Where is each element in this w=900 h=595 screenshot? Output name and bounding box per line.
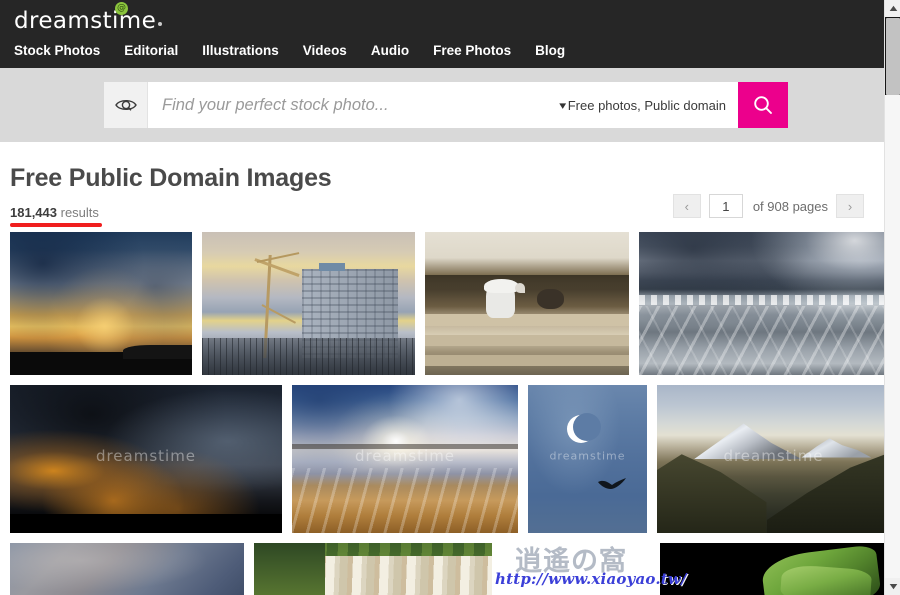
nav-item-stock-photos[interactable]: Stock Photos	[14, 39, 124, 62]
search-input[interactable]	[148, 82, 557, 128]
thumbnail-blue-grey-sky-gradient[interactable]	[10, 543, 244, 595]
pagination-next-button[interactable]: ›	[836, 194, 864, 218]
results-count-value: 181,443	[10, 205, 57, 220]
search-filter-label: Free photos, Public domain	[567, 97, 726, 113]
site-header: dreamstime @ Stock Photos Editorial Illu…	[0, 0, 884, 68]
page-title: Free Public Domain Images	[10, 164, 332, 192]
browser-page: dreamstime @ Stock Photos Editorial Illu…	[0, 0, 900, 595]
results-title-block: Free Public Domain Images 181,443 result…	[10, 164, 332, 227]
nav-item-editorial[interactable]: Editorial	[124, 39, 202, 62]
site-logo[interactable]: dreamstime @	[14, 0, 163, 34]
search-filter-dropdown[interactable]: ▾ Free photos, Public domain	[556, 82, 738, 128]
vertical-scrollbar[interactable]	[884, 0, 900, 595]
image-grid-row: dreamstime dreamstime dreamstime dreamst…	[10, 385, 884, 533]
thumbnail-harbour-crane-and-apartment-block[interactable]	[202, 232, 415, 375]
thumbnail-green-onions-leeks-bundle[interactable]	[254, 543, 492, 595]
pagination: ‹ of 908 pages ›	[672, 194, 864, 218]
image-grid-row	[10, 543, 884, 595]
thumbnail-dark-stormy-sunset-sky[interactable]: dreamstime	[10, 385, 282, 533]
logo-dot	[158, 22, 163, 26]
thumbnail-snowy-mountain-valley[interactable]: dreamstime	[657, 385, 884, 533]
nav-item-videos[interactable]: Videos	[303, 39, 371, 62]
thumbnail-green-vegetable-on-black[interactable]	[660, 543, 884, 595]
scroll-up-button[interactable]	[885, 0, 900, 17]
eye-search-icon	[114, 99, 137, 111]
chevron-down-icon: ▾	[559, 99, 567, 112]
page-viewport: dreamstime @ Stock Photos Editorial Illu…	[0, 0, 884, 595]
thumbnail-white-goat-on-picnic-table[interactable]	[425, 232, 629, 375]
results-header: Free Public Domain Images 181,443 result…	[10, 142, 874, 227]
thumbnail-beach-sunrise-over-sea[interactable]: dreamstime	[292, 385, 518, 533]
scroll-down-button[interactable]	[885, 578, 900, 595]
main-navigation: Stock Photos Editorial Illustrations Vid…	[14, 34, 884, 62]
search-band: ▾ Free photos, Public domain	[0, 68, 884, 142]
thumbnail-crescent-moon-with-bird[interactable]: dreamstime	[528, 385, 647, 533]
nav-item-illustrations[interactable]: Illustrations	[202, 39, 303, 62]
scroll-down-icon	[889, 584, 897, 590]
image-grid-row	[10, 232, 884, 375]
pagination-total-label: of 908 pages	[752, 198, 828, 214]
nav-item-free-photos[interactable]: Free Photos	[433, 39, 535, 62]
logo-at-badge-icon: @	[115, 2, 128, 15]
scroll-up-icon	[889, 5, 897, 11]
scrollbar-thumb[interactable]	[886, 18, 900, 95]
red-underline-annotation	[10, 223, 102, 227]
search-icon	[754, 96, 772, 114]
results-count-wrap: 181,443 results	[10, 204, 102, 227]
thumbnail-stormy-ocean-waves[interactable]	[639, 232, 884, 375]
thumbnail-white-cutout-placeholder[interactable]	[502, 543, 650, 595]
search-box: ▾ Free photos, Public domain	[104, 82, 788, 128]
results-count-label: results	[60, 205, 99, 220]
logo-wordmark: dreamstime	[14, 8, 157, 34]
results-content: Free Public Domain Images 181,443 result…	[0, 142, 884, 595]
search-submit-button[interactable]	[738, 82, 788, 128]
pagination-page-input[interactable]	[708, 194, 743, 218]
bird-silhouette-icon	[598, 477, 627, 489]
pagination-prev-button[interactable]: ‹	[672, 194, 701, 218]
visual-search-button[interactable]	[104, 82, 148, 128]
results-count: 181,443 results	[10, 205, 99, 220]
thumbnail-sunset-clouds-over-water[interactable]	[10, 232, 192, 375]
nav-item-audio[interactable]: Audio	[371, 39, 433, 62]
nav-item-blog[interactable]: Blog	[535, 39, 589, 62]
